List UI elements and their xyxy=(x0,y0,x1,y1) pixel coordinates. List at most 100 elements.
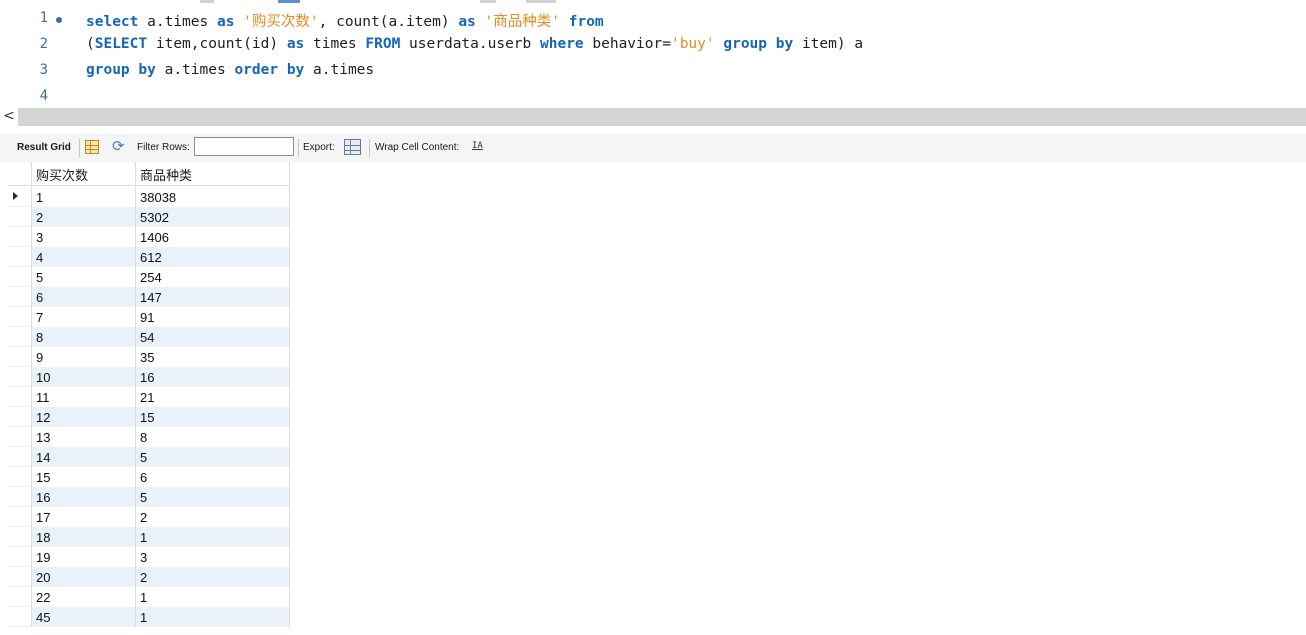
row-selector[interactable] xyxy=(8,247,32,267)
table-row[interactable]: 6 147 xyxy=(8,287,290,307)
cell-item-types[interactable]: 5 xyxy=(136,447,290,467)
grid-view-icon[interactable] xyxy=(85,140,99,154)
cell-item-types[interactable]: 147 xyxy=(136,287,290,307)
cell-item-types[interactable]: 612 xyxy=(136,247,290,267)
table-row[interactable]: 10 16 xyxy=(8,367,290,387)
cell-purchase-count[interactable]: 9 xyxy=(32,347,136,367)
table-row[interactable]: 2 5302 xyxy=(8,207,290,227)
row-selector[interactable] xyxy=(8,447,32,467)
row-selector[interactable] xyxy=(8,267,32,287)
row-selector[interactable] xyxy=(8,347,32,367)
code-line[interactable]: 2 (SELECT item,count(id) as times FROM us… xyxy=(0,32,1306,58)
row-selector[interactable] xyxy=(8,487,32,507)
code-line[interactable]: 3 group by a.times order by a.times xyxy=(0,58,1306,84)
cell-item-types[interactable]: 21 xyxy=(136,387,290,407)
cell-item-types[interactable]: 5302 xyxy=(136,207,290,227)
row-selector[interactable] xyxy=(8,507,32,527)
cell-item-types[interactable]: 16 xyxy=(136,367,290,387)
cell-purchase-count[interactable]: 11 xyxy=(32,387,136,407)
scroll-left-button[interactable]: < xyxy=(0,108,18,126)
column-header-item-types[interactable]: 商品种类 xyxy=(136,162,290,186)
row-selector[interactable] xyxy=(8,367,32,387)
cell-purchase-count[interactable]: 18 xyxy=(32,527,136,547)
cell-item-types[interactable]: 6 xyxy=(136,467,290,487)
code-text[interactable]: group by a.times order by a.times xyxy=(86,62,374,78)
row-selector[interactable] xyxy=(8,187,32,207)
table-row[interactable]: 16 5 xyxy=(8,487,290,507)
table-row[interactable]: 8 54 xyxy=(8,327,290,347)
table-row[interactable]: 1 38038 xyxy=(8,187,290,207)
result-grid-label[interactable]: Result Grid xyxy=(17,142,71,153)
table-row[interactable]: 3 1406 xyxy=(8,227,290,247)
table-row[interactable]: 5 254 xyxy=(8,267,290,287)
cell-purchase-count[interactable]: 7 xyxy=(32,307,136,327)
cell-purchase-count[interactable]: 15 xyxy=(32,467,136,487)
cell-item-types[interactable]: 35 xyxy=(136,347,290,367)
cell-purchase-count[interactable]: 2 xyxy=(32,207,136,227)
cell-purchase-count[interactable]: 45 xyxy=(32,607,136,627)
row-selector[interactable] xyxy=(8,467,32,487)
table-row[interactable]: 18 1 xyxy=(8,527,290,547)
row-selector[interactable] xyxy=(8,407,32,427)
table-row[interactable]: 20 2 xyxy=(8,567,290,587)
cell-item-types[interactable]: 1 xyxy=(136,527,290,547)
table-row[interactable]: 17 2 xyxy=(8,507,290,527)
export-icon[interactable] xyxy=(344,139,361,155)
cell-purchase-count[interactable]: 22 xyxy=(32,587,136,607)
refresh-icon[interactable]: ⟳ xyxy=(112,139,125,155)
cell-purchase-count[interactable]: 14 xyxy=(32,447,136,467)
row-selector[interactable] xyxy=(8,307,32,327)
horizontal-scrollbar[interactable]: < xyxy=(0,108,1306,126)
filter-rows-input[interactable] xyxy=(194,137,294,156)
cell-item-types[interactable]: 2 xyxy=(136,507,290,527)
cell-item-types[interactable]: 3 xyxy=(136,547,290,567)
cell-purchase-count[interactable]: 5 xyxy=(32,267,136,287)
cell-purchase-count[interactable]: 6 xyxy=(32,287,136,307)
cell-purchase-count[interactable]: 8 xyxy=(32,327,136,347)
code-text[interactable]: select a.times as '购买次数', count(a.item) … xyxy=(86,10,604,31)
cell-item-types[interactable]: 91 xyxy=(136,307,290,327)
cell-purchase-count[interactable]: 12 xyxy=(32,407,136,427)
row-selector[interactable] xyxy=(8,587,32,607)
cell-purchase-count[interactable]: 3 xyxy=(32,227,136,247)
table-row[interactable]: 9 35 xyxy=(8,347,290,367)
cell-item-types[interactable]: 15 xyxy=(136,407,290,427)
row-selector[interactable] xyxy=(8,527,32,547)
row-selector[interactable] xyxy=(8,607,32,627)
cell-purchase-count[interactable]: 20 xyxy=(32,567,136,587)
row-selector[interactable] xyxy=(8,327,32,347)
table-row[interactable]: 45 1 xyxy=(8,607,290,627)
row-selector[interactable] xyxy=(8,427,32,447)
table-row[interactable]: 11 21 xyxy=(8,387,290,407)
table-row[interactable]: 12 15 xyxy=(8,407,290,427)
wrap-cell-icon[interactable]: IA xyxy=(472,141,483,151)
cell-purchase-count[interactable]: 1 xyxy=(32,187,136,207)
table-row[interactable]: 19 3 xyxy=(8,547,290,567)
cell-item-types[interactable]: 1 xyxy=(136,607,290,627)
row-selector[interactable] xyxy=(8,287,32,307)
cell-purchase-count[interactable]: 4 xyxy=(32,247,136,267)
row-selector[interactable] xyxy=(8,387,32,407)
cell-purchase-count[interactable]: 19 xyxy=(32,547,136,567)
table-row[interactable]: 4 612 xyxy=(8,247,290,267)
row-selector[interactable] xyxy=(8,207,32,227)
cell-purchase-count[interactable]: 17 xyxy=(32,507,136,527)
cell-purchase-count[interactable]: 10 xyxy=(32,367,136,387)
code-text[interactable]: (SELECT item,count(id) as times FROM use… xyxy=(86,36,863,52)
cell-item-types[interactable]: 1 xyxy=(136,587,290,607)
cell-purchase-count[interactable]: 16 xyxy=(32,487,136,507)
table-row[interactable]: 7 91 xyxy=(8,307,290,327)
row-selector[interactable] xyxy=(8,547,32,567)
sql-editor[interactable]: 1 select a.times as '购买次数', count(a.item)… xyxy=(0,0,1306,108)
row-selector[interactable] xyxy=(8,567,32,587)
code-line[interactable]: 4 xyxy=(0,84,1306,110)
table-row[interactable]: 14 5 xyxy=(8,447,290,467)
table-row[interactable]: 13 8 xyxy=(8,427,290,447)
cell-item-types[interactable]: 2 xyxy=(136,567,290,587)
cell-item-types[interactable]: 38038 xyxy=(136,187,290,207)
table-row[interactable]: 15 6 xyxy=(8,467,290,487)
row-selector[interactable] xyxy=(8,227,32,247)
code-line[interactable]: 1 select a.times as '购买次数', count(a.item)… xyxy=(0,6,1306,32)
column-header-purchase-count[interactable]: 购买次数 xyxy=(32,162,136,186)
cell-purchase-count[interactable]: 13 xyxy=(32,427,136,447)
